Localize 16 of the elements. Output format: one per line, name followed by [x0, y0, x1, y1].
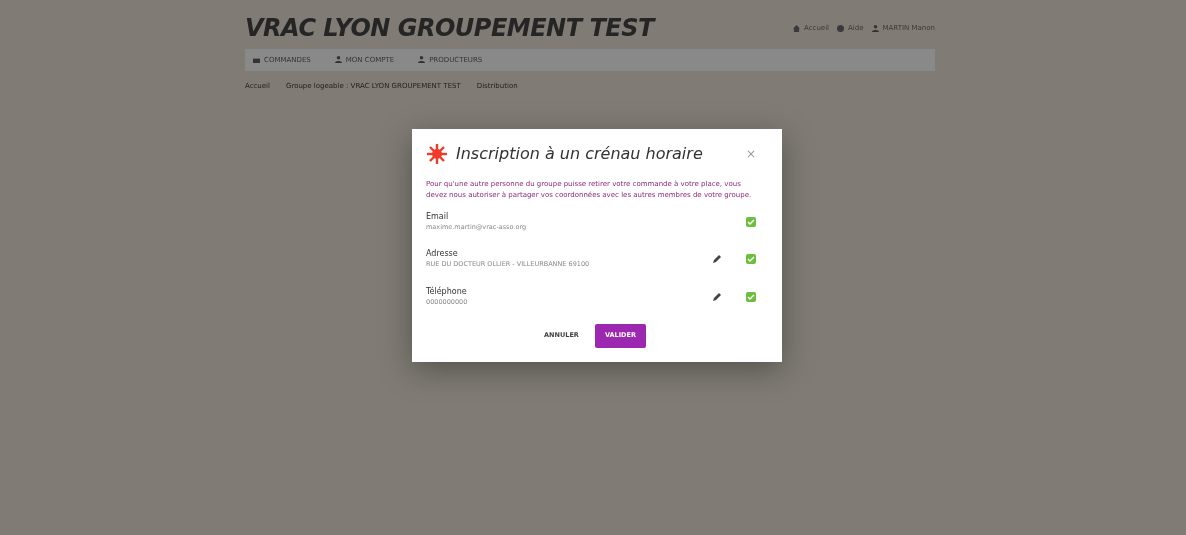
pencil-icon[interactable] [712, 254, 722, 265]
checkbox[interactable] [746, 254, 756, 265]
checkbox[interactable] [746, 292, 756, 303]
user-icon [871, 24, 879, 32]
checkbox[interactable] [746, 216, 756, 227]
home-icon [793, 24, 801, 32]
field-label: Email [426, 210, 450, 223]
close-button[interactable]: × [745, 148, 756, 160]
user-icon [334, 56, 342, 64]
user-icon [418, 56, 426, 64]
site-title: VRAC LYON GROUPEMENT TEST [245, 14, 654, 43]
field-label: Téléphone [426, 286, 468, 299]
pencil-icon[interactable] [712, 292, 722, 303]
modal-title: Inscription à un crénau horaire [456, 144, 704, 164]
sun-icon [426, 143, 448, 165]
field-label: Adresse [426, 248, 459, 261]
